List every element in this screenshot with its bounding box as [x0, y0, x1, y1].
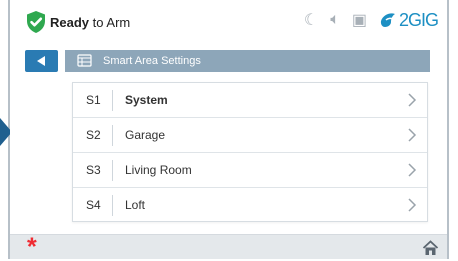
setting-code: S3	[86, 163, 101, 177]
left-arrow-icon	[37, 56, 45, 66]
shield-check-icon	[27, 11, 45, 33]
setting-row-garage[interactable]: S2 Garage	[73, 118, 427, 153]
row-divider	[112, 160, 113, 181]
setting-code: S2	[86, 128, 101, 142]
moon-icon[interactable]: ☾	[304, 10, 318, 30]
setting-row-living-room[interactable]: S3 Living Room	[73, 153, 427, 188]
row-divider	[112, 90, 113, 111]
panel-screen: Ready to Arm ☾ 🔈︎ ▣ 2GIG Smart Area Sett…	[10, 0, 447, 260]
brand-text: 2GIG	[398, 9, 439, 30]
brand-logo: 2GIG	[379, 9, 439, 31]
back-button[interactable]	[25, 50, 58, 72]
row-divider	[112, 195, 113, 216]
setting-name: Garage	[125, 128, 166, 142]
chevron-right-icon	[408, 198, 417, 212]
page-title: Smart Area Settings	[103, 55, 201, 67]
setting-code: S4	[86, 198, 101, 212]
setting-name: Living Room	[125, 163, 192, 177]
screen-title-bar: Smart Area Settings	[65, 50, 430, 72]
2gig-logo-icon	[380, 13, 395, 27]
setting-name: Loft	[125, 198, 146, 212]
ready-label: Ready	[50, 15, 90, 30]
setting-row-system[interactable]: S1 System	[73, 83, 427, 118]
volume-icon[interactable]: 🔈︎	[330, 11, 340, 29]
bottom-bar: *	[10, 234, 447, 260]
setting-code: S1	[86, 93, 101, 107]
setting-name: System	[125, 93, 168, 107]
arm-status-text: Ready to Arm	[50, 15, 130, 30]
chevron-right-icon	[408, 163, 417, 177]
status-icons: ☾ 🔈︎ ▣ 2GIG	[304, 9, 439, 31]
screen-icon[interactable]: ▣	[352, 10, 367, 30]
settings-grid-icon	[77, 54, 92, 67]
chevron-right-icon	[408, 93, 417, 107]
asterisk-icon[interactable]: *	[27, 235, 37, 260]
status-bar: Ready to Arm ☾ 🔈︎ ▣ 2GIG	[10, 0, 447, 40]
chevron-right-icon	[408, 128, 417, 142]
smart-area-settings-list: S1 System S2 Garage S3 Living Room S4 Lo…	[72, 82, 428, 222]
setting-row-loft[interactable]: S4 Loft	[73, 188, 427, 223]
row-divider	[112, 125, 113, 146]
home-icon[interactable]	[422, 240, 439, 256]
arm-label: to Arm	[92, 15, 131, 30]
